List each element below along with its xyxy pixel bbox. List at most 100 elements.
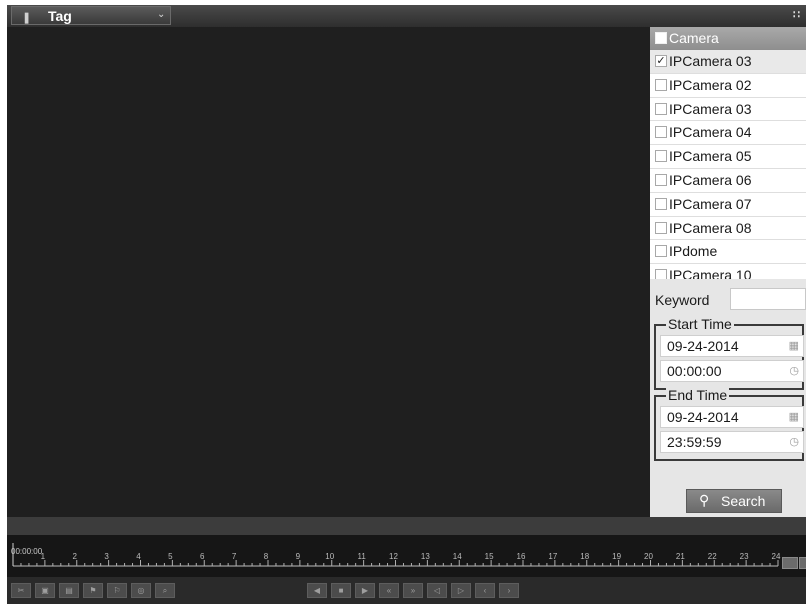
camera-list-item[interactable]: IPCamera 07 bbox=[650, 192, 806, 217]
fast-button[interactable]: » bbox=[403, 583, 423, 598]
playback-window: ❚ Tag ⌄ ∷ Camera ✓ IPCamera 03 IPCamera 02… bbox=[7, 5, 806, 604]
status-strip bbox=[7, 517, 806, 535]
camera-list-header[interactable]: Camera bbox=[650, 27, 806, 50]
keyword-input[interactable] bbox=[730, 288, 806, 310]
start-time-field[interactable]: 00:00:00 ◷ bbox=[660, 360, 804, 382]
timeline-hour-label: 18 bbox=[580, 552, 589, 561]
zoom-out-button[interactable] bbox=[782, 557, 798, 569]
camera-checkbox[interactable] bbox=[655, 197, 667, 210]
timeline-hour-label: 6 bbox=[200, 552, 205, 561]
camera-checkbox[interactable] bbox=[655, 78, 667, 91]
end-time-group: End Time 09-24-2014 ▦ 23:59:59 ◷ bbox=[654, 387, 804, 461]
timeline-hour-label: 5 bbox=[168, 552, 173, 561]
tag-button[interactable]: ⚑ bbox=[83, 583, 103, 598]
camera-label: IPCamera 07 bbox=[669, 195, 752, 212]
timeline-hour-label: 17 bbox=[548, 552, 557, 561]
timeline-hour-label: 4 bbox=[136, 552, 141, 561]
timeline-hour-label: 13 bbox=[421, 552, 430, 561]
timeline-hour-label: 24 bbox=[772, 552, 781, 561]
camera-list-item[interactable]: IPCamera 08 bbox=[650, 216, 806, 241]
custom-tag-button[interactable]: ⚐ bbox=[107, 583, 127, 598]
stop-button[interactable]: ■ bbox=[331, 583, 351, 598]
camera-list-item[interactable]: IPCamera 10 bbox=[650, 264, 806, 279]
timeline-hour-label: 11 bbox=[357, 552, 366, 561]
camera-label: IPCamera 10 bbox=[669, 267, 752, 279]
camera-label: IPCamera 05 bbox=[669, 148, 752, 165]
camera-list-item[interactable]: IPCamera 02 bbox=[650, 73, 806, 98]
step-back-button[interactable]: ◁ bbox=[427, 583, 447, 598]
save-button[interactable]: ▤ bbox=[59, 583, 79, 598]
timeline-hour-label: 21 bbox=[676, 552, 685, 561]
calendar-icon[interactable]: ▦ bbox=[789, 339, 799, 352]
timeline-hour-label: 3 bbox=[104, 552, 109, 561]
end-date-value: 09-24-2014 bbox=[667, 409, 739, 425]
end-time-value: 23:59:59 bbox=[667, 434, 722, 450]
camera-list-item[interactable]: IPdome bbox=[650, 240, 806, 265]
camera-checkbox[interactable] bbox=[655, 150, 667, 163]
camera-list-item[interactable]: IPCamera 05 bbox=[650, 145, 806, 169]
timeline-hour-label: 2 bbox=[73, 552, 78, 561]
timeline-hour-label: 15 bbox=[485, 552, 494, 561]
zoom-button[interactable]: ◎ bbox=[131, 583, 151, 598]
camera-label: IPCamera 04 bbox=[669, 124, 752, 141]
clip-button[interactable]: ✂ bbox=[11, 583, 31, 598]
clock-icon[interactable]: ◷ bbox=[789, 364, 799, 377]
play-button[interactable]: ▶ bbox=[355, 583, 375, 598]
camera-list: Camera ✓ IPCamera 03 IPCamera 02 IPCamera 0… bbox=[650, 27, 806, 279]
camera-header-label: Camera bbox=[669, 30, 719, 46]
search-panel: Camera ✓ IPCamera 03 IPCamera 02 IPCamera 0… bbox=[650, 27, 806, 517]
start-date-field[interactable]: 09-24-2014 ▦ bbox=[660, 335, 804, 357]
calendar-icon[interactable]: ▦ bbox=[789, 410, 799, 423]
grip-icon: ❚ bbox=[22, 12, 32, 24]
keyword-label: Keyword bbox=[655, 292, 710, 308]
timeline-hour-label: 8 bbox=[264, 552, 269, 561]
next-day-button[interactable]: › bbox=[499, 583, 519, 598]
camera-checkbox[interactable] bbox=[655, 102, 667, 115]
playback-controls: ✂ ▣ ▤ ⚑ ⚐ ◎ ⌕ ◀ ■ ▶ « » ◁ ▷ ‹ › bbox=[7, 577, 806, 604]
select-all-checkbox[interactable] bbox=[655, 32, 667, 44]
timeline-hour-label: 10 bbox=[325, 552, 334, 561]
fullscreen-icon[interactable]: ∷ bbox=[793, 8, 800, 21]
mode-label: Tag bbox=[48, 8, 72, 24]
timeline-hour-label: 19 bbox=[612, 552, 621, 561]
step-forward-button[interactable]: ▷ bbox=[451, 583, 471, 598]
camera-checkbox[interactable] bbox=[655, 221, 667, 234]
camera-checkbox[interactable] bbox=[655, 126, 667, 139]
camera-checkbox[interactable] bbox=[655, 269, 667, 279]
video-display bbox=[7, 27, 650, 517]
lock-button[interactable]: ▣ bbox=[35, 583, 55, 598]
timeline-hour-label: 23 bbox=[740, 552, 749, 561]
timeline-hour-label: 16 bbox=[517, 552, 526, 561]
end-time-field[interactable]: 23:59:59 ◷ bbox=[660, 431, 804, 453]
camera-list-item[interactable]: ✓ IPCamera 03 bbox=[650, 50, 806, 74]
end-date-field[interactable]: 09-24-2014 ▦ bbox=[660, 406, 804, 428]
zoom-in-button[interactable] bbox=[799, 557, 806, 569]
camera-checkbox[interactable] bbox=[655, 245, 667, 258]
camera-label: IPdome bbox=[669, 243, 718, 260]
start-time-group: Start Time 09-24-2014 ▦ 00:00:00 ◷ bbox=[654, 316, 804, 390]
timeline-hour-label: 20 bbox=[644, 552, 653, 561]
camera-label: IPCamera 02 bbox=[669, 76, 752, 93]
camera-checkbox[interactable] bbox=[655, 173, 667, 186]
search-icon: ⚲ bbox=[699, 492, 710, 508]
timeline-hour-label: 7 bbox=[232, 552, 237, 561]
reverse-play-button[interactable]: ◀ bbox=[307, 583, 327, 598]
timeline-start-label: 00:00:00 bbox=[11, 547, 43, 556]
camera-list-item[interactable]: IPCamera 04 bbox=[650, 121, 806, 146]
clock-icon[interactable]: ◷ bbox=[789, 435, 799, 448]
chevron-down-icon: ⌄ bbox=[157, 9, 166, 20]
camera-label: IPCamera 06 bbox=[669, 171, 752, 188]
camera-checkbox[interactable]: ✓ bbox=[655, 55, 667, 67]
slow-button[interactable]: « bbox=[379, 583, 399, 598]
end-time-legend: End Time bbox=[666, 387, 730, 403]
start-time-legend: Start Time bbox=[666, 316, 734, 332]
camera-list-item[interactable]: IPCamera 03 bbox=[650, 97, 806, 122]
prev-day-button[interactable]: ‹ bbox=[475, 583, 495, 598]
digital-zoom-button[interactable]: ⌕ bbox=[155, 583, 175, 598]
camera-label: IPCamera 08 bbox=[669, 219, 752, 236]
search-button[interactable]: ⚲ Search bbox=[686, 489, 782, 513]
timeline-bar[interactable]: 1 2 3 4 5 6 7 8 9 10 11 12 13 14 15 16 17 18 19 20 21 22 23 24 … bbox=[7, 535, 806, 577]
timeline-hour-label: 12 bbox=[389, 552, 398, 561]
mode-dropdown[interactable]: ❚ Tag ⌄ bbox=[11, 6, 171, 25]
camera-list-item[interactable]: IPCamera 06 bbox=[650, 168, 806, 193]
